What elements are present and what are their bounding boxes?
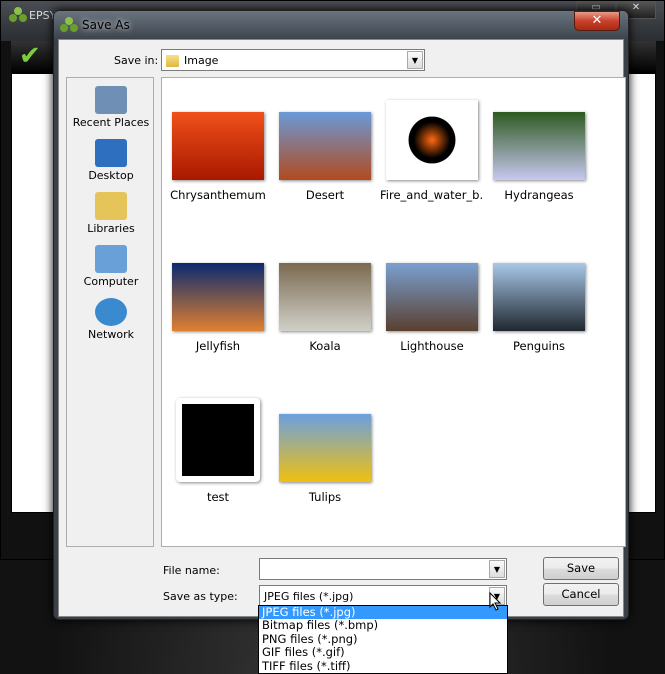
- file-name: Desert: [305, 188, 345, 202]
- file-view: Chrysanthemum Desert Fire_and_water_b... Hy…: [161, 77, 626, 547]
- save-in-label: Save in:: [114, 54, 159, 67]
- file-item[interactable]: Tulips: [273, 414, 377, 504]
- close-button[interactable]: ✕: [574, 11, 620, 31]
- place-label: Desktop: [88, 169, 134, 182]
- place-label: Network: [88, 328, 134, 341]
- file-item[interactable]: Chrysanthemum: [166, 112, 270, 202]
- save-in-value: Image: [184, 54, 219, 67]
- close-icon: ✕: [591, 13, 603, 28]
- folder-icon: [166, 55, 179, 67]
- place-label: Computer: [83, 275, 139, 288]
- file-item[interactable]: Fire_and_water_b...: [380, 100, 484, 202]
- file-name: Lighthouse: [400, 339, 464, 353]
- place-desktop[interactable]: Desktop: [67, 139, 155, 182]
- file-item[interactable]: Penguins: [487, 263, 591, 353]
- file-thumbnail: [386, 263, 478, 331]
- save-as-type-value: JPEG files (*.jpg): [264, 590, 354, 603]
- file-name: Chrysanthemum: [170, 188, 266, 202]
- option-png[interactable]: PNG files (*.png): [259, 632, 507, 646]
- file-item[interactable]: Hydrangeas: [487, 112, 591, 202]
- save-as-type-select[interactable]: JPEG files (*.jpg) ▼: [259, 585, 507, 607]
- place-computer[interactable]: Computer: [67, 245, 155, 288]
- file-thumbnail: [172, 112, 264, 180]
- save-button[interactable]: Save: [543, 557, 619, 580]
- option-gif[interactable]: GIF files (*.gif): [259, 645, 507, 659]
- place-label: Recent Places: [72, 116, 150, 129]
- file-thumbnail: [386, 100, 478, 180]
- file-name: Jellyfish: [195, 339, 241, 353]
- file-item[interactable]: test: [166, 398, 270, 504]
- file-name: test: [206, 490, 230, 504]
- chevron-down-icon[interactable]: ▼: [407, 51, 423, 69]
- option-jpeg[interactable]: JPEG files (*.jpg): [259, 605, 507, 620]
- file-name: Fire_and_water_b...: [380, 188, 484, 202]
- app-logo-icon: [9, 7, 27, 23]
- save-in-combo[interactable]: Image ▼: [161, 49, 425, 71]
- dialog-title: Save As: [82, 18, 130, 32]
- place-recent-places[interactable]: Recent Places: [67, 86, 155, 129]
- file-thumbnail: [176, 398, 260, 482]
- recent-places-icon: [95, 86, 127, 114]
- libraries-icon: [95, 192, 127, 220]
- file-name-input[interactable]: ▼: [259, 558, 507, 580]
- file-thumbnail: [172, 263, 264, 331]
- desktop-icon: [95, 139, 127, 167]
- checkmark-icon: ✔: [19, 41, 41, 71]
- file-item[interactable]: Koala: [273, 263, 377, 353]
- computer-icon: [95, 245, 127, 273]
- file-name-label: File name:: [163, 564, 220, 577]
- mouse-cursor-icon: [489, 592, 502, 611]
- network-icon: [95, 298, 127, 326]
- file-item[interactable]: Jellyfish: [166, 263, 270, 353]
- place-label: Libraries: [87, 222, 135, 235]
- file-name: Hydrangeas: [504, 188, 574, 202]
- file-thumbnail: [493, 112, 585, 180]
- option-bmp[interactable]: Bitmap files (*.bmp): [259, 619, 507, 632]
- save-as-type-dropdown: JPEG files (*.jpg) Bitmap files (*.bmp) …: [258, 605, 508, 674]
- option-tiff[interactable]: TIFF files (*.tiff): [259, 659, 507, 673]
- file-thumbnail: [279, 112, 371, 180]
- file-thumbnail: [279, 263, 371, 331]
- file-name: Penguins: [513, 339, 565, 353]
- file-name: Koala: [309, 339, 341, 353]
- file-name: Tulips: [308, 490, 342, 504]
- chevron-down-icon[interactable]: ▼: [489, 560, 505, 578]
- place-libraries[interactable]: Libraries: [67, 192, 155, 235]
- save-as-dialog: Save As ✕ Save in: Image ▼ ⬅ ↑ ▼ Recent …: [53, 10, 629, 620]
- file-item[interactable]: Desert: [273, 112, 377, 202]
- cancel-button[interactable]: Cancel: [543, 583, 619, 606]
- save-as-type-label: Save as type:: [163, 590, 238, 603]
- place-network[interactable]: Network: [67, 298, 155, 341]
- places-bar: Recent Places Desktop Libraries Computer…: [66, 77, 154, 547]
- dialog-logo-icon: [60, 17, 78, 33]
- dialog-client: Save in: Image ▼ ⬅ ↑ ▼ Recent Places Des…: [58, 39, 626, 617]
- file-thumbnail: [493, 263, 585, 331]
- file-item[interactable]: Lighthouse: [380, 263, 484, 353]
- file-thumbnail: [279, 414, 371, 482]
